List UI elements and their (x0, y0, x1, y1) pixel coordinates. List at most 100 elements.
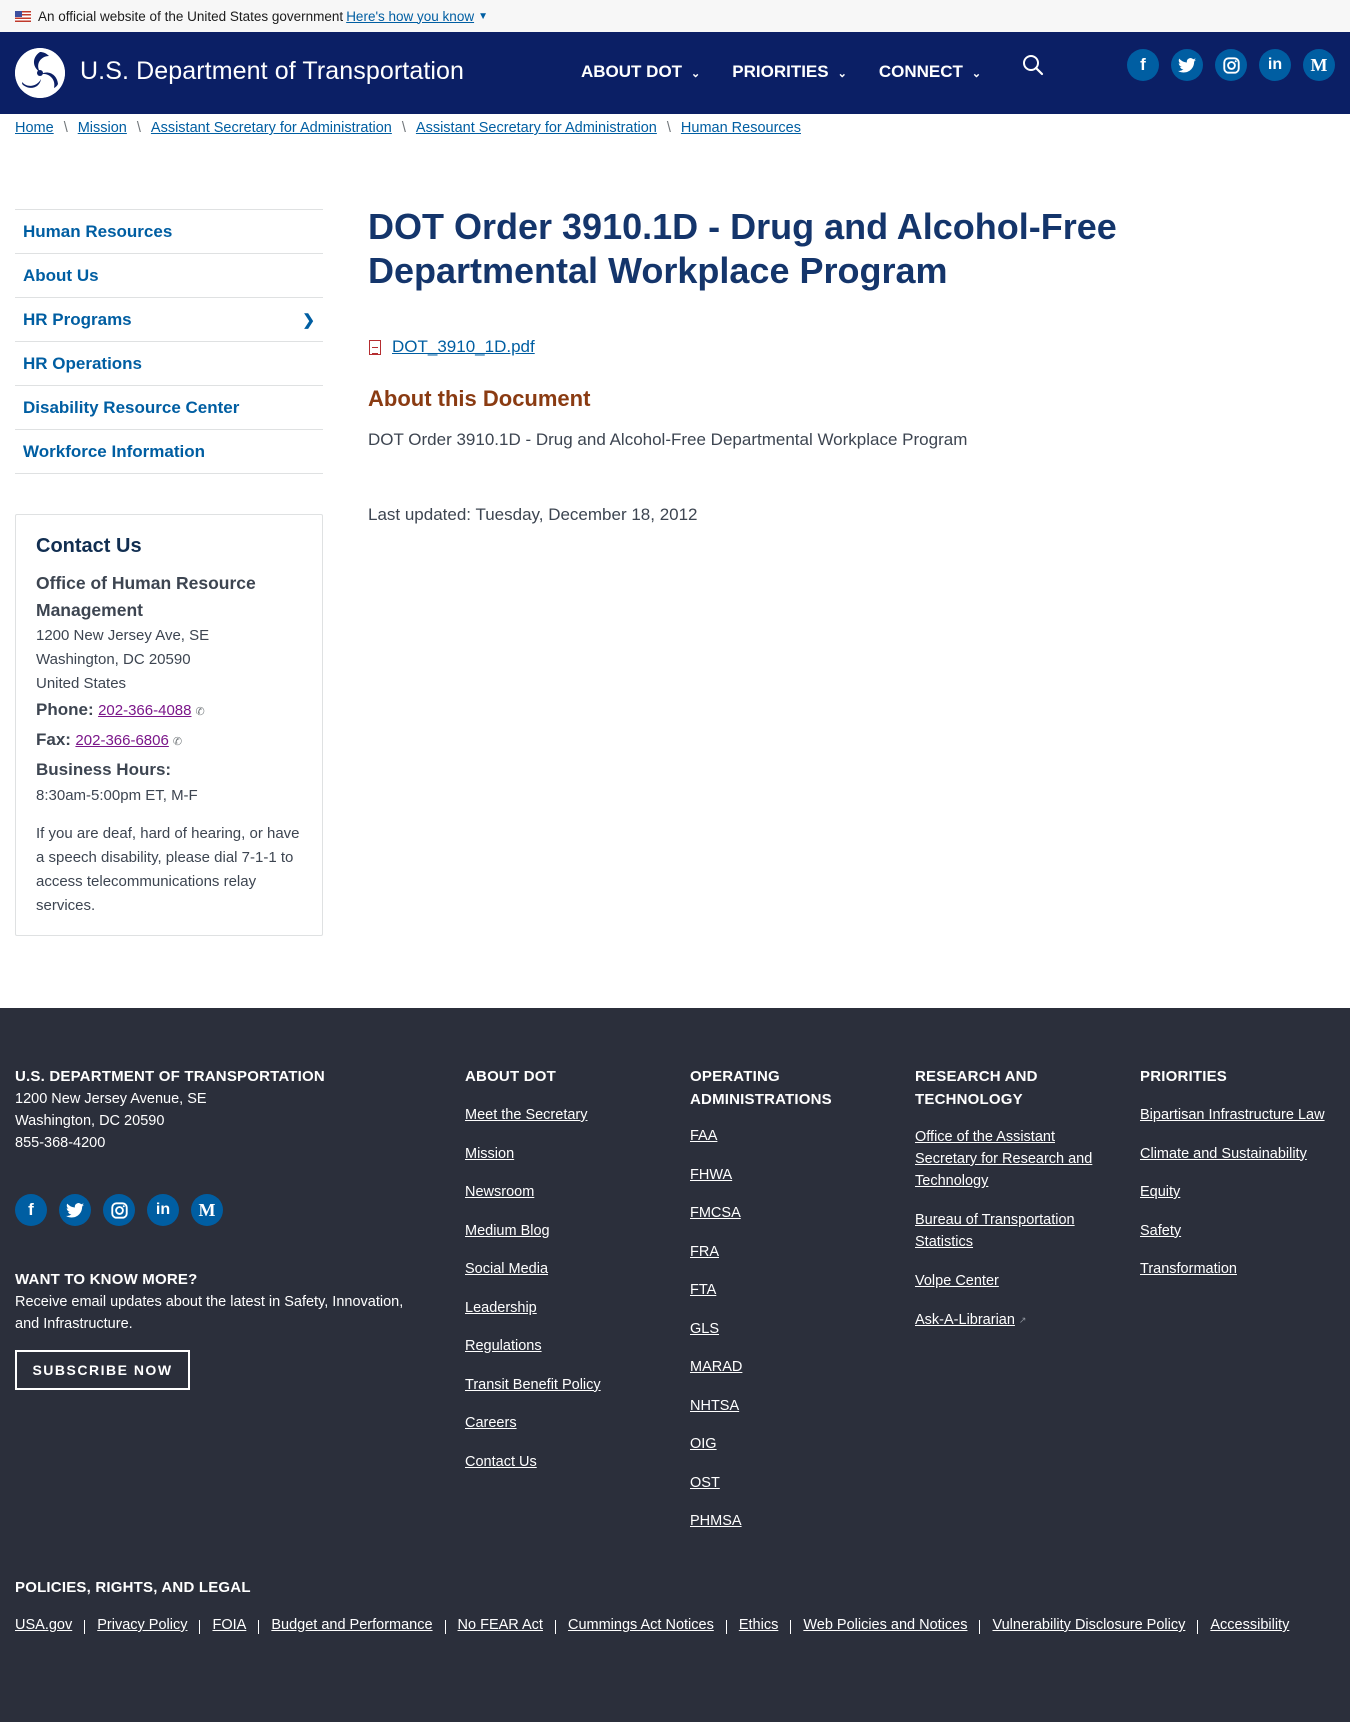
business-hours-label: Business Hours: (36, 760, 172, 779)
gov-banner: An official website of the United States… (0, 0, 1350, 32)
footer-link[interactable]: GLS (690, 1319, 870, 1339)
nav-label: PRIORITIES (732, 62, 829, 81)
medium-icon[interactable]: M (1303, 49, 1335, 81)
legal-link[interactable]: Budget and Performance (271, 1617, 432, 1634)
facebook-icon[interactable]: f (15, 1194, 47, 1226)
footer-link[interactable]: Careers (465, 1413, 665, 1433)
phone-label: Phone: (36, 700, 94, 719)
chevron-down-icon: ⌄ (837, 67, 847, 80)
breadcrumb-mission[interactable]: Mission (78, 120, 127, 136)
sidenav-label: Workforce Information (23, 441, 205, 461)
legal-links: USA.gov Privacy Policy FOIA Budget and P… (15, 1617, 1289, 1634)
about-document-text: DOT Order 3910.1D - Drug and Alcohol-Fre… (368, 430, 968, 449)
footer-link[interactable]: Mission (465, 1144, 665, 1164)
footer-link[interactable]: Leadership (465, 1298, 665, 1318)
subscribe-button[interactable]: SUBSCRIBE NOW (15, 1350, 190, 1390)
sidenav-item-disability-resource-center[interactable]: Disability Resource Center (15, 386, 323, 430)
sidenav-item-hr-programs[interactable]: HR Programs ❯ (15, 298, 323, 342)
footer-link[interactable]: Newsroom (465, 1182, 665, 1202)
footer-priorities-col: PRIORITIES Bipartisan Infrastructure Law… (1140, 1065, 1340, 1298)
legal-link[interactable]: Privacy Policy (97, 1617, 187, 1634)
legal-link[interactable]: Vulnerability Disclosure Policy (992, 1617, 1185, 1634)
footer-link[interactable]: FHWA (690, 1165, 870, 1185)
legal-link[interactable]: USA.gov (15, 1617, 72, 1634)
nav-label: CONNECT (878, 62, 963, 81)
linkedin-icon[interactable]: in (1259, 49, 1291, 81)
sidenav-item-human-resources[interactable]: Human Resources (15, 210, 323, 254)
chevron-down-icon: ⌄ (971, 67, 982, 80)
footer-priorities-heading: PRIORITIES (1140, 1068, 1228, 1085)
nav-connect[interactable]: CONNECT ⌄ (879, 62, 981, 82)
header-social-links: f in M (1127, 49, 1335, 81)
footer-link[interactable]: Safety (1140, 1221, 1340, 1241)
footer-link[interactable]: Social Media (465, 1259, 665, 1279)
breadcrumb-asa-2[interactable]: Assistant Secretary for Administration (416, 120, 657, 136)
last-updated: Last updated: Tuesday, December 18, 2012 (368, 505, 698, 524)
footer-link[interactable]: FRA (690, 1242, 870, 1262)
site-title[interactable]: U.S. Department of Transportation (80, 57, 464, 86)
footer-link[interactable]: Equity (1140, 1182, 1340, 1202)
footer-link[interactable]: Ask-A-Librarian (915, 1309, 1015, 1331)
footer-link[interactable]: OIG (690, 1434, 870, 1454)
pdf-download-link[interactable]: DOT_3910_1D.pdf (392, 337, 535, 357)
footer-link[interactable]: Medium Blog (465, 1221, 665, 1241)
legal-link[interactable]: Web Policies and Notices (803, 1617, 967, 1634)
footer-link[interactable]: PHMSA (690, 1511, 870, 1531)
breadcrumb-separator: \ (63, 120, 68, 136)
footer-link[interactable]: NHTSA (690, 1396, 870, 1416)
footer-link[interactable]: Climate and Sustainability (1140, 1144, 1340, 1164)
phone-link[interactable]: 202-366-4088 (98, 702, 191, 719)
instagram-icon[interactable] (1215, 49, 1247, 81)
footer-link[interactable]: Volpe Center (915, 1270, 1095, 1292)
legal-link[interactable]: FOIA (212, 1617, 246, 1634)
phone-icon: ✆ (172, 736, 183, 748)
twitter-icon[interactable] (1171, 49, 1203, 81)
footer-link[interactable]: FAA (690, 1126, 870, 1146)
medium-icon[interactable]: M (191, 1194, 223, 1226)
breadcrumb-human-resources[interactable]: Human Resources (681, 120, 801, 136)
legal-link[interactable]: Ethics (739, 1617, 779, 1634)
sidenav-label: About Us (23, 265, 99, 285)
how-you-know-link[interactable]: Here's how you know (346, 9, 474, 24)
footer-link[interactable]: Meet the Secretary (465, 1105, 665, 1125)
breadcrumb-separator: \ (136, 120, 141, 136)
nav-about-dot[interactable]: ABOUT DOT ⌄ (581, 62, 700, 82)
footer-link[interactable]: FTA (690, 1280, 870, 1300)
footer-link[interactable]: Transit Benefit Policy (465, 1375, 665, 1395)
footer-link[interactable]: Office of the Assistant Secretary for Re… (915, 1126, 1095, 1192)
search-icon[interactable] (1022, 54, 1046, 78)
phone-icon: ✆ (195, 706, 205, 718)
twitter-icon[interactable] (59, 1194, 91, 1226)
gov-banner-text: An official website of the United States… (38, 8, 344, 24)
chevron-right-icon[interactable]: ❯ (302, 311, 315, 329)
want-text: Receive email updates about the latest i… (15, 1294, 404, 1332)
footer-phone: 855-368-4200 (15, 1135, 106, 1151)
sidenav-item-hr-operations[interactable]: HR Operations (15, 342, 323, 386)
footer-link[interactable]: Transformation (1140, 1259, 1340, 1279)
breadcrumb-home[interactable]: Home (15, 120, 54, 136)
footer-link[interactable]: Contact Us (465, 1452, 665, 1472)
sidenav-item-about-us[interactable]: About Us (15, 254, 323, 298)
footer-link[interactable]: Bureau of Transportation Statistics (915, 1209, 1095, 1253)
footer-link[interactable]: Regulations (465, 1336, 665, 1356)
sidenav-label: HR Operations (23, 353, 143, 373)
breadcrumb-asa[interactable]: Assistant Secretary for Administration (151, 120, 392, 136)
footer-link[interactable]: FMCSA (690, 1203, 870, 1223)
divider (725, 1620, 727, 1634)
facebook-icon[interactable]: f (1127, 49, 1159, 81)
legal-link[interactable]: Accessibility (1210, 1617, 1289, 1634)
want-to-know-more: WANT TO KNOW MORE? Receive email updates… (15, 1268, 405, 1335)
file-download: DOT_3910_1D.pdf (369, 337, 535, 357)
fax-link[interactable]: 202-366-6806 (75, 732, 168, 749)
sidenav-item-workforce-information[interactable]: Workforce Information (15, 430, 323, 474)
footer-link[interactable]: Bipartisan Infrastructure Law (1140, 1105, 1340, 1125)
nav-priorities[interactable]: PRIORITIES ⌄ (732, 62, 847, 82)
linkedin-icon[interactable]: in (147, 1194, 179, 1226)
dot-logo-icon[interactable] (15, 48, 65, 98)
footer-link[interactable]: OST (690, 1473, 870, 1493)
footer-link[interactable]: MARAD (690, 1357, 870, 1377)
legal-link[interactable]: No FEAR Act (458, 1617, 543, 1634)
instagram-icon[interactable] (103, 1194, 135, 1226)
legal-link[interactable]: Cummings Act Notices (568, 1617, 714, 1634)
contact-us-box: Contact Us Office of Human Resource Mana… (15, 514, 323, 936)
